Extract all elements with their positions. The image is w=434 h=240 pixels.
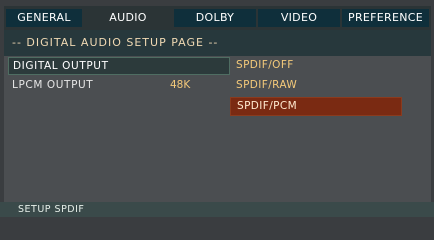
tab-dolby[interactable]: DOLBY [174, 9, 256, 27]
lpcm-output-value: 48K [170, 79, 191, 91]
page-title: -- DIGITAL AUDIO SETUP PAGE -- [12, 36, 219, 49]
status-text: SETUP SPDIF [18, 204, 85, 215]
setting-digital-output[interactable]: DIGITAL OUTPUT [8, 57, 230, 75]
setup-menu-panel: GENERAL AUDIO DOLBY VIDEO PREFERENCE -- … [4, 6, 431, 202]
option-spdif-pcm[interactable]: SPDIF/PCM [230, 97, 402, 116]
setting-lpcm-output[interactable]: LPCM OUTPUT [8, 77, 228, 93]
tab-audio[interactable]: AUDIO [84, 9, 172, 27]
tab-preference[interactable]: PREFERENCE [342, 9, 429, 27]
tab-video[interactable]: VIDEO [258, 9, 340, 27]
settings-content: DIGITAL OUTPUT LPCM OUTPUT 48K SPDIF/OFF… [4, 56, 431, 202]
osd-screen: GENERAL AUDIO DOLBY VIDEO PREFERENCE -- … [0, 0, 434, 217]
option-spdif-off[interactable]: SPDIF/OFF [230, 57, 400, 74]
tab-bar: GENERAL AUDIO DOLBY VIDEO PREFERENCE [4, 6, 431, 30]
status-bar: SETUP SPDIF [0, 202, 434, 217]
option-spdif-raw[interactable]: SPDIF/RAW [230, 77, 400, 94]
page-header: -- DIGITAL AUDIO SETUP PAGE -- [4, 30, 431, 56]
tab-general[interactable]: GENERAL [6, 9, 82, 27]
